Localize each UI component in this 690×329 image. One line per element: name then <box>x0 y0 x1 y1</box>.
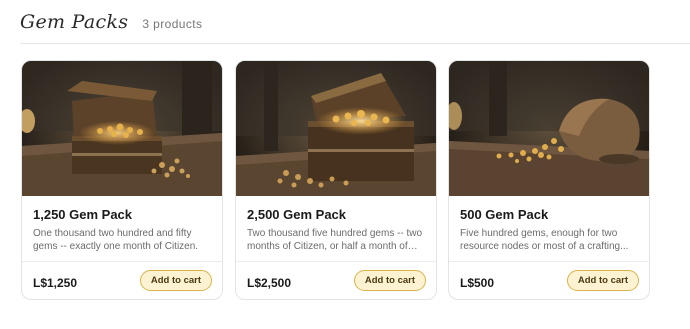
add-to-cart-button[interactable]: Add to cart <box>139 270 212 291</box>
product-price: L$500 <box>460 276 495 290</box>
chest-illustration <box>22 61 222 196</box>
product-count: 3 products <box>142 17 203 31</box>
product-description: Five hundred gems, enough for two resour… <box>460 228 629 252</box>
product-image-chest[interactable] <box>236 61 436 196</box>
product-title[interactable]: 500 Gem Pack <box>460 207 548 222</box>
add-to-cart-button[interactable]: Add to cart <box>353 270 426 291</box>
product-price: L$2,500 <box>247 276 292 290</box>
product-price: L$1,250 <box>33 276 78 290</box>
product-title[interactable]: 2,500 Gem Pack <box>247 207 346 222</box>
add-to-cart-button[interactable]: Add to cart <box>566 270 639 291</box>
product-card[interactable]: 500 Gem Pack Five hundred gems, enough f… <box>448 60 650 300</box>
page-header: Gem Packs 3 products <box>20 11 202 37</box>
product-card[interactable]: 2,500 Gem Pack Two thousand five hundred… <box>235 60 437 300</box>
card-divider <box>236 261 436 262</box>
product-image-chest[interactable] <box>22 61 222 196</box>
product-description: One thousand two hundred and fifty gems … <box>33 228 199 252</box>
header-divider <box>20 43 690 44</box>
product-title[interactable]: 1,250 Gem Pack <box>33 207 132 222</box>
product-card[interactable]: 1,250 Gem Pack One thousand two hundred … <box>21 60 223 300</box>
card-divider <box>449 261 649 262</box>
sack-illustration <box>449 61 649 196</box>
chest-illustration <box>236 61 436 196</box>
product-image-sack[interactable] <box>449 61 649 196</box>
page-title: Gem Packs <box>20 11 129 33</box>
card-divider <box>22 261 222 262</box>
product-description: Two thousand five hundred gems -- two mo… <box>247 228 423 252</box>
